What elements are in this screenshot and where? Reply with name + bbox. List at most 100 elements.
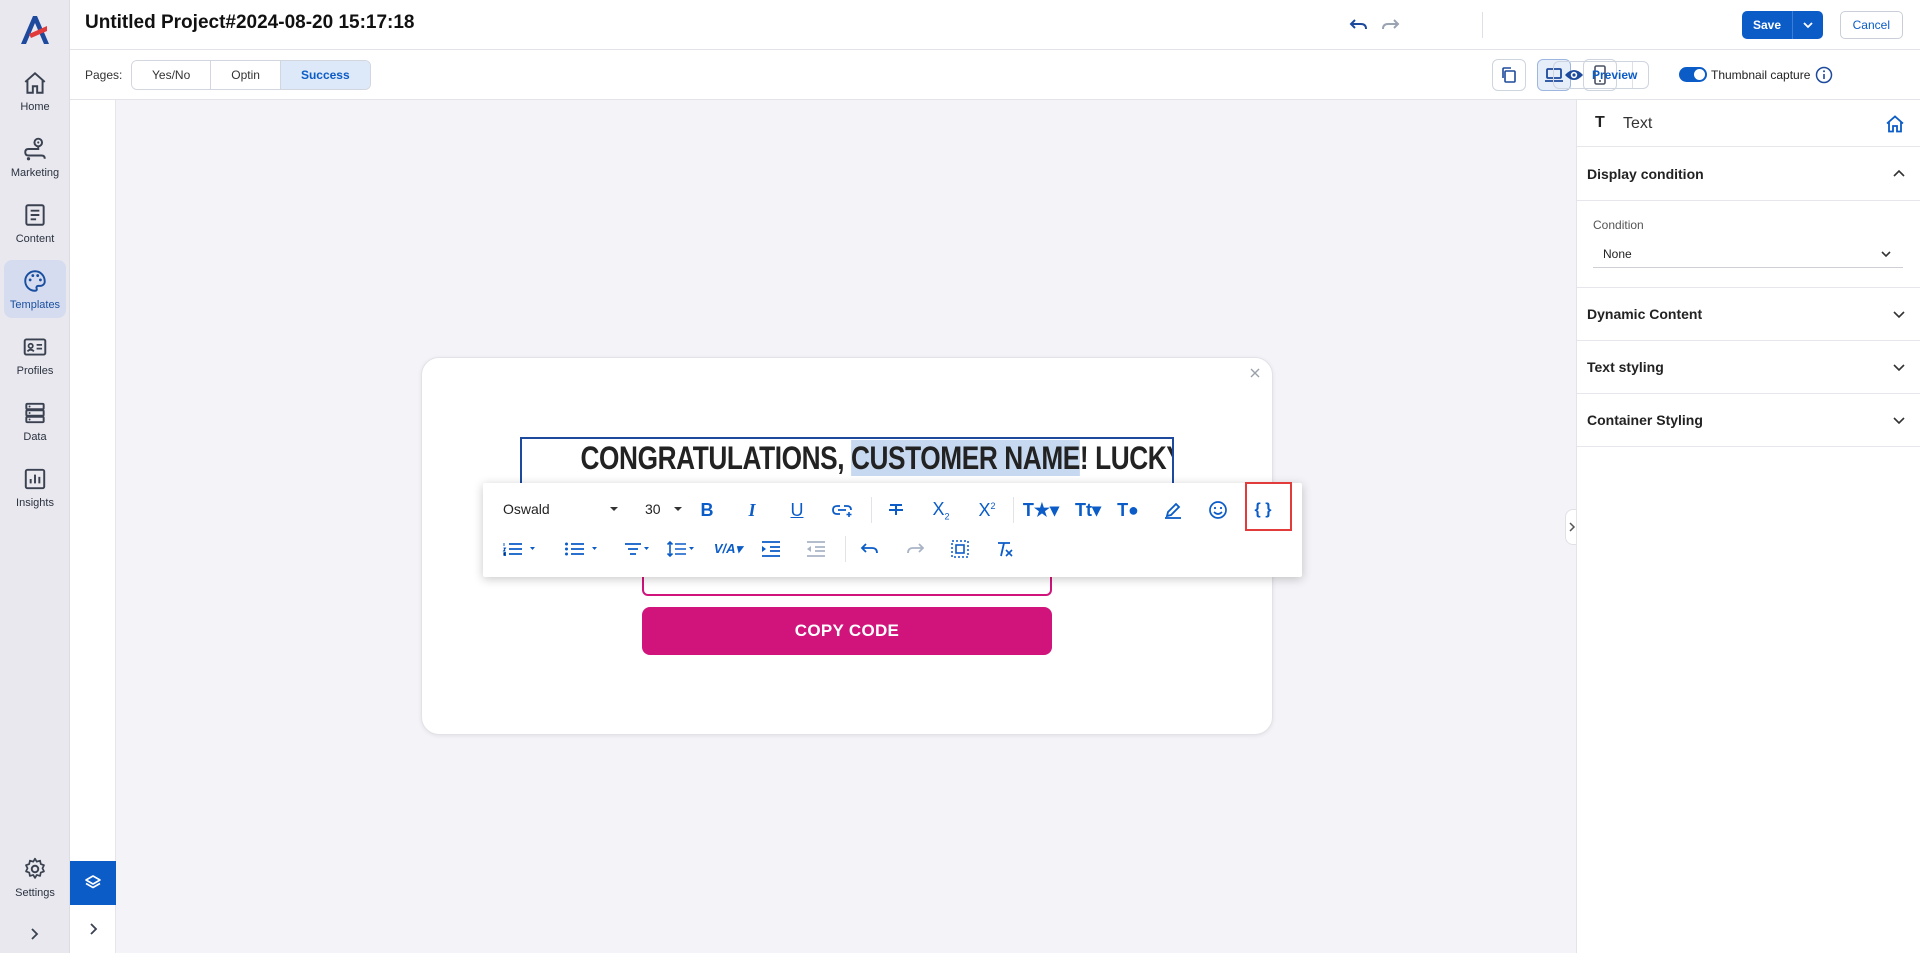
subscript-button[interactable]: X2 — [927, 496, 955, 524]
align-button[interactable] — [621, 535, 653, 563]
indent-icon — [762, 541, 780, 557]
info-icon[interactable] — [1815, 66, 1833, 84]
nav-data-label: Data — [23, 430, 47, 443]
copy-page-button[interactable] — [1492, 59, 1526, 91]
app-logo-icon[interactable] — [17, 12, 53, 48]
home-icon[interactable] — [1885, 114, 1905, 134]
preview-label: Preview — [1592, 68, 1638, 82]
nav-profiles[interactable]: Profiles — [4, 326, 66, 384]
indent-button[interactable] — [757, 535, 785, 563]
thumbnail-capture-toggle[interactable] — [1679, 67, 1707, 82]
text-color-icon: T● — [1117, 499, 1139, 520]
selected-text[interactable]: CUSTOMER NAME — [850, 440, 1080, 476]
outdent-button[interactable] — [802, 535, 830, 563]
route-icon — [24, 137, 46, 160]
line-height-icon — [666, 540, 694, 558]
font-family-select[interactable]: Oswald — [503, 499, 619, 519]
home-icon — [24, 71, 46, 94]
outdent-icon — [807, 541, 825, 557]
section-dynamic-content[interactable]: Dynamic Content — [1577, 288, 1920, 341]
close-icon[interactable] — [1247, 365, 1263, 381]
nav-profiles-label: Profiles — [16, 364, 54, 377]
font-size-style-button[interactable]: Tt▾ — [1070, 496, 1106, 524]
left-navigation: Home Marketing Content Templates Profile… — [0, 0, 70, 953]
text-type-icon: T — [1595, 114, 1605, 131]
nav-home[interactable]: Home — [4, 62, 66, 120]
section-text-styling[interactable]: Text styling — [1577, 341, 1920, 394]
save-button[interactable]: Save — [1742, 11, 1793, 39]
database-icon — [25, 402, 45, 423]
id-card-icon — [23, 337, 47, 356]
strikethrough-button[interactable] — [882, 496, 910, 524]
underline-button[interactable]: U — [783, 496, 811, 524]
chevron-right-icon[interactable] — [82, 918, 104, 940]
select-all-button[interactable] — [946, 535, 974, 563]
ordered-list-icon — [502, 543, 535, 556]
chevron-down-icon — [1803, 22, 1813, 29]
underline-icon: U — [790, 499, 804, 520]
caret-down-icon — [674, 507, 682, 511]
tab-yes-no[interactable]: Yes/No — [132, 61, 212, 89]
undo-icon[interactable] — [1348, 16, 1370, 34]
link-icon — [832, 505, 852, 517]
editor-undo-button[interactable] — [856, 535, 884, 563]
smile-icon — [1209, 501, 1227, 519]
caret-down-icon — [610, 507, 618, 511]
nav-settings[interactable]: Settings — [4, 848, 66, 906]
italic-button[interactable]: I — [738, 496, 766, 524]
bold-button[interactable]: B — [693, 496, 721, 524]
headline-text-block[interactable]: CONGRATULATIONS, CUSTOMER NAME! LUCKY DA… — [520, 437, 1174, 483]
font-size-select[interactable]: 30 — [645, 499, 683, 519]
project-title[interactable]: Untitled Project#2024-08-20 15:17:18 — [85, 12, 415, 34]
cancel-button[interactable]: Cancel — [1839, 11, 1903, 39]
nav-marketing[interactable]: Marketing — [4, 128, 66, 186]
text-color-button[interactable]: T● — [1114, 496, 1142, 524]
nav-data[interactable]: Data — [4, 392, 66, 450]
unordered-list-icon — [565, 542, 597, 556]
section-display-condition[interactable]: Display condition — [1577, 148, 1920, 201]
redo-icon — [907, 543, 925, 554]
coupon-code-box[interactable] — [642, 574, 1052, 596]
clear-formatting-button[interactable] — [991, 535, 1019, 563]
preview-button[interactable]: Preview — [1553, 61, 1649, 89]
headline-text[interactable]: CONGRATULATIONS, CUSTOMER NAME! LUCKY DA… — [580, 439, 1172, 477]
inline-style-button[interactable]: T★▾ — [1023, 496, 1059, 524]
tab-optin[interactable]: Optin — [211, 61, 281, 89]
headline-prefix: CONGRATULATIONS, — [580, 440, 851, 476]
section-container-styling[interactable]: Container Styling — [1577, 394, 1920, 447]
bold-icon: B — [700, 499, 714, 520]
section-label: Display condition — [1587, 166, 1704, 182]
headline-suffix: ! LUCKY DAY! — [1079, 440, 1172, 476]
nav-home-label: Home — [20, 100, 50, 113]
editor-redo-button[interactable] — [901, 535, 929, 563]
section-label: Dynamic Content — [1587, 306, 1703, 322]
italic-icon: I — [748, 499, 756, 520]
inline-style-icon: T★▾ — [1022, 499, 1060, 520]
nav-insights[interactable]: Insights — [4, 458, 66, 516]
chevron-right-icon[interactable] — [22, 922, 46, 946]
layers-button[interactable] — [70, 861, 116, 905]
letter-spacing-button[interactable]: V/A▾ — [710, 535, 746, 563]
nav-content[interactable]: Content — [4, 194, 66, 252]
nav-insights-label: Insights — [16, 496, 54, 509]
select-all-icon — [951, 540, 969, 558]
nav-settings-label: Settings — [15, 886, 55, 899]
redo-icon[interactable] — [1379, 16, 1401, 34]
line-height-button[interactable] — [665, 535, 697, 563]
strikethrough-icon — [889, 504, 903, 515]
unordered-list-button[interactable] — [561, 535, 601, 563]
superscript-button[interactable]: X2 — [973, 496, 1001, 524]
copy-code-button[interactable]: COPY CODE — [642, 607, 1052, 655]
ordered-list-button[interactable] — [499, 535, 539, 563]
pen-icon — [1165, 502, 1181, 519]
tab-success[interactable]: Success — [280, 61, 370, 89]
highlight-button[interactable] — [1159, 496, 1187, 524]
bar-chart-icon — [24, 468, 46, 489]
nav-templates[interactable]: Templates — [4, 260, 66, 318]
toolbar-separator — [871, 497, 872, 523]
save-options-button[interactable] — [1793, 11, 1823, 39]
nav-templates-label: Templates — [9, 298, 61, 311]
emoji-button[interactable] — [1204, 496, 1232, 524]
insert-link-button[interactable] — [829, 496, 857, 524]
superscript-icon: X2 — [978, 499, 996, 520]
